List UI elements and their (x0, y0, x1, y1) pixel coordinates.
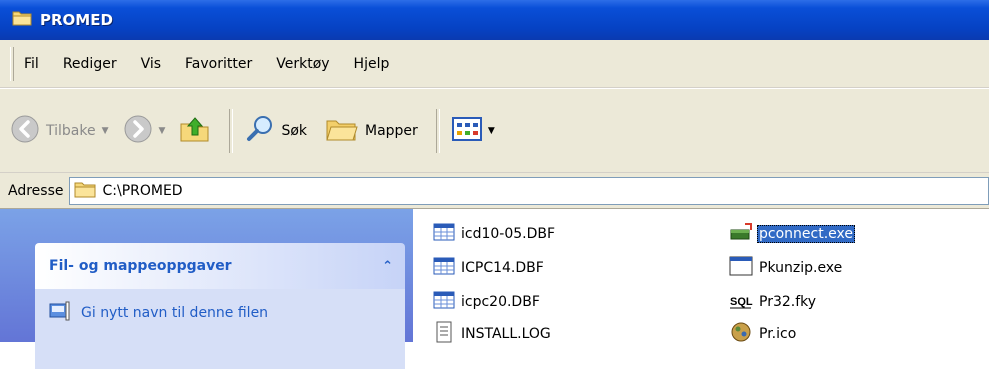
file-name: INSTALL.LOG (461, 326, 551, 342)
views-dropdown-icon[interactable]: ▼ (488, 126, 495, 136)
rename-icon (49, 301, 71, 325)
task-panel-header[interactable]: Fil- og mappeoppgaver ⌃ (35, 243, 405, 289)
file-item-pkunzip[interactable]: Pkunzip.exe (729, 255, 844, 281)
forward-dropdown-icon[interactable]: ▼ (159, 126, 166, 136)
file-name: pconnect.exe (757, 225, 855, 243)
views-button[interactable]: ▼ (451, 111, 495, 151)
svg-text:SQL: SQL (730, 296, 753, 308)
back-dropdown-icon[interactable]: ▼ (102, 126, 109, 136)
task-panel-title: Fil- og mappeoppgaver (49, 258, 232, 274)
forward-button[interactable]: ▼ (123, 111, 166, 151)
address-bar: Adresse C:\PROMED (0, 173, 989, 209)
sql-file-icon: SQL (729, 290, 753, 314)
file-item-icpc14[interactable]: ICPC14.DBF (433, 255, 546, 281)
toolbar: Tilbake ▼ ▼ Søk Mapper ▼ (0, 89, 989, 173)
menu-grip (10, 46, 14, 81)
back-arrow-icon (10, 114, 40, 148)
dbf-file-icon (433, 223, 455, 245)
back-label: Tilbake (46, 122, 96, 139)
rename-file-task[interactable]: Gi nytt navn til denne filen (35, 301, 405, 325)
folders-icon (325, 114, 359, 148)
up-folder-icon (179, 114, 211, 148)
toolbar-separator (435, 108, 440, 153)
folder-icon (74, 180, 96, 202)
search-button[interactable]: Søk (245, 111, 307, 151)
window-title: PROMED (40, 11, 113, 29)
file-item-pr32-fky[interactable]: SQL Pr32.fky (729, 289, 818, 315)
menu-view[interactable]: Vis (141, 56, 161, 72)
file-item-pconnect[interactable]: pconnect.exe (729, 221, 855, 247)
folder-icon (12, 9, 32, 31)
task-pane: Fil- og mappeoppgaver ⌃ Gi nytt navn til… (0, 209, 413, 369)
menu-file[interactable]: Fil (24, 56, 39, 72)
menu-bar: Fil Rediger Vis Favoritter Verktøy Hjelp (0, 40, 989, 88)
toolbar-separator (229, 108, 234, 153)
file-name: icpc20.DBF (461, 294, 540, 310)
exe-file-icon (729, 222, 753, 246)
address-input[interactable]: C:\PROMED (69, 176, 989, 205)
file-item-install-log[interactable]: INSTALL.LOG (433, 321, 553, 347)
file-folder-tasks-panel: Fil- og mappeoppgaver ⌃ Gi nytt navn til… (35, 243, 405, 369)
exe-window-icon (729, 256, 753, 280)
menu-favorites[interactable]: Favoritter (185, 56, 252, 72)
file-item-icd10[interactable]: icd10-05.DBF (433, 221, 557, 247)
file-name: Pr.ico (759, 326, 797, 342)
dbf-file-icon (433, 291, 455, 313)
file-name: icd10-05.DBF (461, 226, 556, 242)
dbf-file-icon (433, 257, 455, 279)
search-label: Søk (281, 122, 307, 139)
menu-tools[interactable]: Verktøy (276, 56, 329, 72)
collapse-chevron-icon[interactable]: ⌃ (382, 259, 393, 274)
menu-help[interactable]: Hjelp (354, 56, 390, 72)
file-name: ICPC14.DBF (461, 260, 544, 276)
address-path: C:\PROMED (102, 182, 183, 199)
file-item-icpc20[interactable]: icpc20.DBF (433, 289, 542, 315)
up-folder-button[interactable] (179, 111, 211, 151)
file-item-pr-ico[interactable]: Pr.ico (729, 321, 798, 347)
forward-arrow-icon (123, 114, 153, 148)
file-list: icd10-05.DBF ICPC14.DBF icpc20.DBF INSTA… (413, 209, 989, 343)
ico-file-icon (729, 321, 753, 347)
folders-button[interactable]: Mapper (325, 111, 418, 151)
views-grid-icon (451, 116, 482, 145)
folders-label: Mapper (365, 122, 418, 139)
title-bar[interactable]: PROMED (0, 0, 989, 40)
menu-edit[interactable]: Rediger (63, 56, 117, 72)
file-name: Pr32.fky (759, 294, 817, 310)
task-panel-body: Gi nytt navn til denne filen (35, 289, 405, 369)
search-icon (245, 114, 275, 148)
text-file-icon (433, 321, 455, 347)
rename-file-link: Gi nytt navn til denne filen (81, 305, 269, 321)
address-label: Adresse (8, 182, 64, 199)
back-button[interactable]: Tilbake ▼ (10, 111, 109, 151)
file-name: Pkunzip.exe (759, 260, 843, 276)
